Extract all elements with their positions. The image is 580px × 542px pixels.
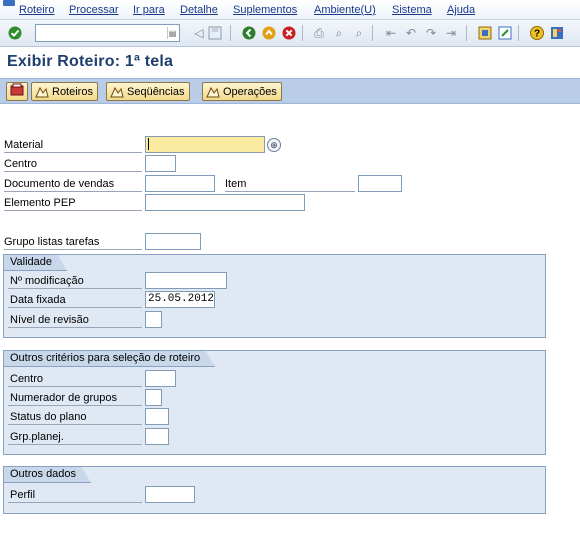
label-underline [8,327,142,328]
nivel-revisao-label: Nível de revisão [10,314,89,326]
label-underline [8,424,142,425]
shortcut-icon[interactable] [497,25,513,41]
status-plano-label: Status do plano [10,411,87,423]
operacoes-button[interactable]: Operações [202,82,282,101]
label-underline [8,307,142,308]
cancel-icon[interactable] [281,25,297,41]
menu-ir-para[interactable]: Ir para [133,4,165,16]
validade-group-title: Validade [3,254,67,271]
roteiros-label: Roteiros [52,85,93,98]
prev-page-icon[interactable]: ↶ [403,25,419,41]
operations-icon [206,85,220,99]
system-menu-icon[interactable] [3,0,15,6]
menu-ambiente[interactable]: Ambiente(U) [314,4,376,16]
application-toolbar: Roteiros Seqüências Operações [0,78,580,104]
new-session-icon[interactable] [477,25,493,41]
grp-planej-input[interactable] [145,428,169,445]
find-next-icon[interactable]: ⌕ [351,25,367,41]
sequence-icon [110,85,124,99]
elemento-pep-label: Elemento PEP [4,197,76,209]
documento-vendas-label: Documento de vendas [4,178,115,190]
criterio-centro-label: Centro [10,373,44,385]
perfil-input[interactable] [145,486,195,503]
label-underline [4,191,142,192]
numerador-grupos-label: Numerador de grupos [10,392,118,404]
grupo-listas-input[interactable] [145,233,201,250]
criterio-centro-input[interactable] [145,370,176,387]
item-input[interactable] [358,175,402,192]
material-input[interactable] [145,136,265,153]
sequencias-label: Seqüências [127,85,185,98]
modificacao-input[interactable] [145,272,227,289]
label-underline [4,171,142,172]
command-field[interactable]: ▤ [35,24,180,42]
text-cursor [148,138,149,151]
data-fixada-input[interactable]: 25.05.2012 [145,291,215,308]
menu-bar: Roteiro Processar Ir para Detalhe Suplem… [0,0,580,20]
standard-toolbar: ▤ ◁ ⎙ ⌕ ⌕ ⇤ ↶ ↷ ⇥ ? [0,20,580,47]
nivel-revisao-input[interactable] [145,311,162,328]
menu-detalhe[interactable]: Detalhe [180,4,218,16]
routing-icon [35,85,49,99]
outros-dados-group-title: Outros dados [3,466,91,483]
search-help-icon[interactable]: ⊕ [267,138,281,152]
label-underline [4,152,142,153]
operacoes-label: Operações [223,85,277,98]
label-underline [225,191,355,192]
grp-planej-label: Grp.planej. [10,431,64,443]
print-icon[interactable]: ⎙ [311,25,327,41]
first-page-icon[interactable]: ⇤ [383,25,399,41]
modificacao-label: Nº modificação [10,275,84,287]
centro-input[interactable] [145,155,176,172]
centro-label: Centro [4,158,38,170]
roteiros-button[interactable]: Roteiros [31,82,98,101]
menu-suplementos[interactable]: Suplementos [233,4,297,16]
display-icon [10,83,24,100]
item-label: Item [225,178,247,190]
label-underline [8,444,142,445]
layout-icon[interactable] [549,25,565,41]
outros-dados-group: Outros dados [3,466,546,514]
grupo-listas-label: Grupo listas tarefas [4,236,100,248]
display-object-button[interactable] [6,82,28,101]
outros-criterios-group-title: Outros critérios para seleção de roteiro [3,350,215,367]
material-label: Material [4,139,44,151]
label-underline [8,502,142,503]
elemento-pep-input[interactable] [145,194,305,211]
label-underline [4,210,142,211]
save-icon[interactable] [207,25,223,41]
toolbar-separator [372,25,373,41]
label-underline [4,249,142,250]
toolbar-separator [230,25,231,41]
page-title: Exibir Roteiro: 1ª tela [7,53,174,70]
status-plano-input[interactable] [145,408,169,425]
documento-vendas-input[interactable] [145,175,215,192]
menu-roteiro[interactable]: Roteiro [19,4,54,16]
enter-icon[interactable] [7,25,23,41]
find-icon[interactable]: ⌕ [331,25,347,41]
sequencias-button[interactable]: Seqüências [106,82,190,101]
numerador-grupos-input[interactable] [145,389,162,406]
title-area: Exibir Roteiro: 1ª tela [0,48,580,78]
help-icon[interactable]: ? [529,25,545,41]
exit-icon[interactable] [261,25,277,41]
label-underline [8,386,142,387]
back-icon[interactable] [241,25,257,41]
perfil-label: Perfil [10,489,36,501]
label-underline [8,405,142,406]
dropdown-icon[interactable]: ▤ [167,27,177,39]
menu-processar[interactable]: Processar [69,4,119,16]
toolbar-separator [302,25,303,41]
back-save-icon[interactable]: ◁ [191,25,207,41]
last-page-icon[interactable]: ⇥ [443,25,459,41]
toolbar-separator [518,25,519,41]
label-underline [8,288,142,289]
toolbar-separator [466,25,467,41]
next-page-icon[interactable]: ↷ [423,25,439,41]
svg-text:?: ? [534,29,540,40]
menu-ajuda[interactable]: Ajuda [447,4,475,16]
menu-sistema[interactable]: Sistema [392,4,432,16]
data-fixada-label: Data fixada [10,294,66,306]
